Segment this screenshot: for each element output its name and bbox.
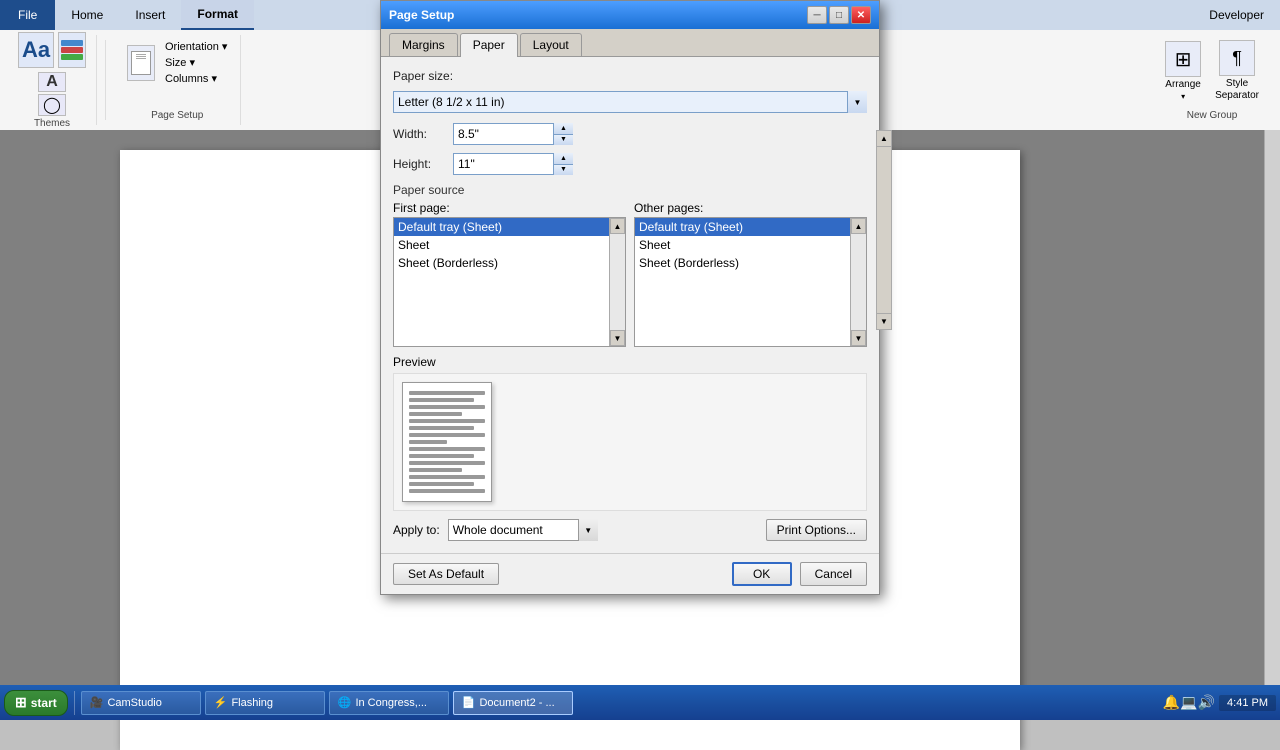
paper-source-section: Paper source First page: Default tray (S… [393,183,867,347]
height-spin: ▲ ▼ [453,153,573,175]
apply-to-arrow[interactable]: ▼ [578,519,598,541]
set-as-default-btn[interactable]: Set As Default [393,563,499,585]
paper-size-label: Paper size: [393,69,453,83]
preview-page [402,382,492,502]
preview-line-10 [409,454,474,458]
tab-margins[interactable]: Margins [389,33,458,56]
tab-layout[interactable]: Layout [520,33,582,56]
first-page-scrollbar[interactable]: ▲ ▼ [609,218,625,346]
first-page-item-3[interactable]: Sheet (Borderless) [394,254,625,272]
tab-paper[interactable]: Paper [460,33,518,57]
other-scroll-down[interactable]: ▼ [851,330,866,346]
tab-paper-label: Paper [473,38,505,52]
ok-cancel-group: OK Cancel [732,562,867,586]
paper-size-arrow[interactable]: ▼ [847,91,867,113]
dialog-tabs: Margins Paper Layout [381,29,879,57]
apply-to-label: Apply to: [393,523,440,537]
preview-line-13 [409,475,485,479]
paper-size-group: Paper size: [393,69,867,83]
page-scroll-up[interactable]: ▲ [877,131,891,147]
other-scroll-track [851,234,866,330]
other-scroll-up[interactable]: ▲ [851,218,866,234]
preview-line-14 [409,482,474,486]
apply-to-select[interactable]: Whole document [448,519,598,541]
preview-label: Preview [393,355,867,369]
dialog-body: Paper size: Letter (8 1/2 x 11 in) ▼ Wid… [381,57,879,553]
width-spin-up[interactable]: ▲ [554,123,573,135]
other-page-item-3[interactable]: Sheet (Borderless) [635,254,866,272]
cancel-btn[interactable]: Cancel [800,562,867,586]
preview-line-2 [409,398,474,402]
page-scroll-down[interactable]: ▼ [877,313,891,329]
other-page-item-2[interactable]: Sheet [635,236,866,254]
apply-to-select-wrapper: Whole document ▼ [448,519,598,541]
scroll-track [610,234,625,330]
first-page-box: First page: Default tray (Sheet) Sheet S… [393,201,626,347]
tab-layout-label: Layout [533,38,569,52]
preview-line-3 [409,405,485,409]
dialog-overlay: Page Setup ─ □ ✕ Margins Paper Layout Pa… [0,0,1280,720]
page-scroll-track [877,147,891,313]
print-options-wrapper: Print Options... [766,519,867,541]
other-pages-box: Other pages: Default tray (Sheet) Sheet … [634,201,867,347]
width-label: Width: [393,127,453,141]
height-spin-buttons: ▲ ▼ [553,153,573,175]
dialog-titlebar: Page Setup ─ □ ✕ [381,1,879,29]
page-scrollbar[interactable]: ▲ ▼ [876,130,892,330]
height-label: Height: [393,157,453,171]
title-buttons: ─ □ ✕ [807,6,871,24]
tab-margins-label: Margins [402,38,445,52]
preview-line-1 [409,391,485,395]
dialog-footer: Set As Default OK Cancel [381,553,879,594]
preview-line-15 [409,489,485,493]
height-spin-up[interactable]: ▲ [554,153,573,165]
first-page-item-2[interactable]: Sheet [394,236,625,254]
preview-line-8 [409,440,447,444]
preview-line-9 [409,447,485,451]
height-spin-down[interactable]: ▼ [554,165,573,176]
preview-line-4 [409,412,462,416]
scroll-up-arrow[interactable]: ▲ [610,218,625,234]
width-spin: ▲ ▼ [453,123,573,145]
preview-line-12 [409,468,462,472]
width-group: Width: ▲ ▼ [393,123,867,145]
paper-size-select-wrapper: Letter (8 1/2 x 11 in) ▼ [393,91,867,113]
other-page-item-1[interactable]: Default tray (Sheet) [635,218,866,236]
apply-to-row: Apply to: Whole document ▼ Print Options… [393,519,867,541]
dialog-title: Page Setup [389,8,454,22]
other-pages-list: Default tray (Sheet) Sheet Sheet (Border… [634,217,867,347]
first-page-item-1[interactable]: Default tray (Sheet) [394,218,625,236]
close-btn[interactable]: ✕ [851,6,871,24]
width-spin-buttons: ▲ ▼ [553,123,573,145]
page-setup-dialog: Page Setup ─ □ ✕ Margins Paper Layout Pa… [380,0,880,595]
paper-source-row: First page: Default tray (Sheet) Sheet S… [393,201,867,347]
minimize-btn[interactable]: ─ [807,6,827,24]
ok-btn[interactable]: OK [732,562,792,586]
preview-line-7 [409,433,485,437]
first-page-list: Default tray (Sheet) Sheet Sheet (Border… [393,217,626,347]
print-options-btn[interactable]: Print Options... [766,519,867,541]
maximize-btn[interactable]: □ [829,6,849,24]
paper-size-select[interactable]: Letter (8 1/2 x 11 in) [393,91,867,113]
height-group: Height: ▲ ▼ [393,153,867,175]
preview-section: Preview [393,355,867,511]
scroll-down-arrow[interactable]: ▼ [610,330,625,346]
preview-line-5 [409,419,485,423]
width-spin-down[interactable]: ▼ [554,135,573,146]
other-pages-scrollbar[interactable]: ▲ ▼ [850,218,866,346]
preview-line-11 [409,461,485,465]
preview-line-6 [409,426,474,430]
preview-area [393,373,867,511]
paper-source-label: Paper source [393,183,867,197]
first-page-title: First page: [393,201,626,215]
other-pages-title: Other pages: [634,201,867,215]
